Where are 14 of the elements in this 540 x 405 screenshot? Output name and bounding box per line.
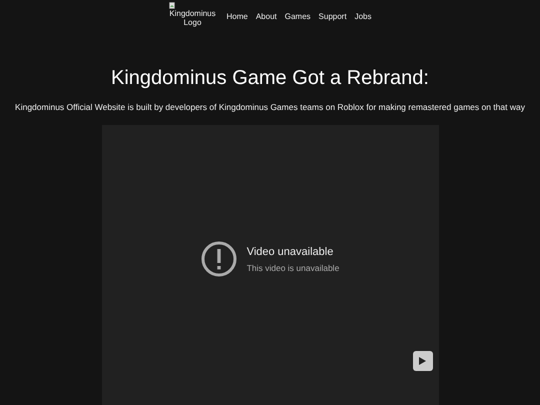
nav-link[interactable]: Support xyxy=(318,12,347,21)
play-icon xyxy=(419,357,426,365)
warning-icon xyxy=(200,241,237,277)
video-error-message: This video is unavailable xyxy=(246,262,340,272)
nav-link[interactable]: Home xyxy=(226,12,248,21)
nav-link[interactable]: Jobs xyxy=(354,12,372,21)
description-text: Kingdominus Official Website is built by developers of Kingdominus Games teams on Roblox for making remastered games on that way xyxy=(15,102,525,112)
logo-alt-text: Kingdominus Logo xyxy=(168,9,216,27)
nav-link[interactable]: Games xyxy=(284,12,311,21)
page-heading: Kingdominus Game Got a Rebrand: xyxy=(111,66,429,90)
play-button[interactable] xyxy=(412,351,432,371)
video-error-title: Video unavailable xyxy=(246,246,334,258)
broken-image-icon xyxy=(168,2,174,9)
nav-link[interactable]: About xyxy=(256,12,277,21)
